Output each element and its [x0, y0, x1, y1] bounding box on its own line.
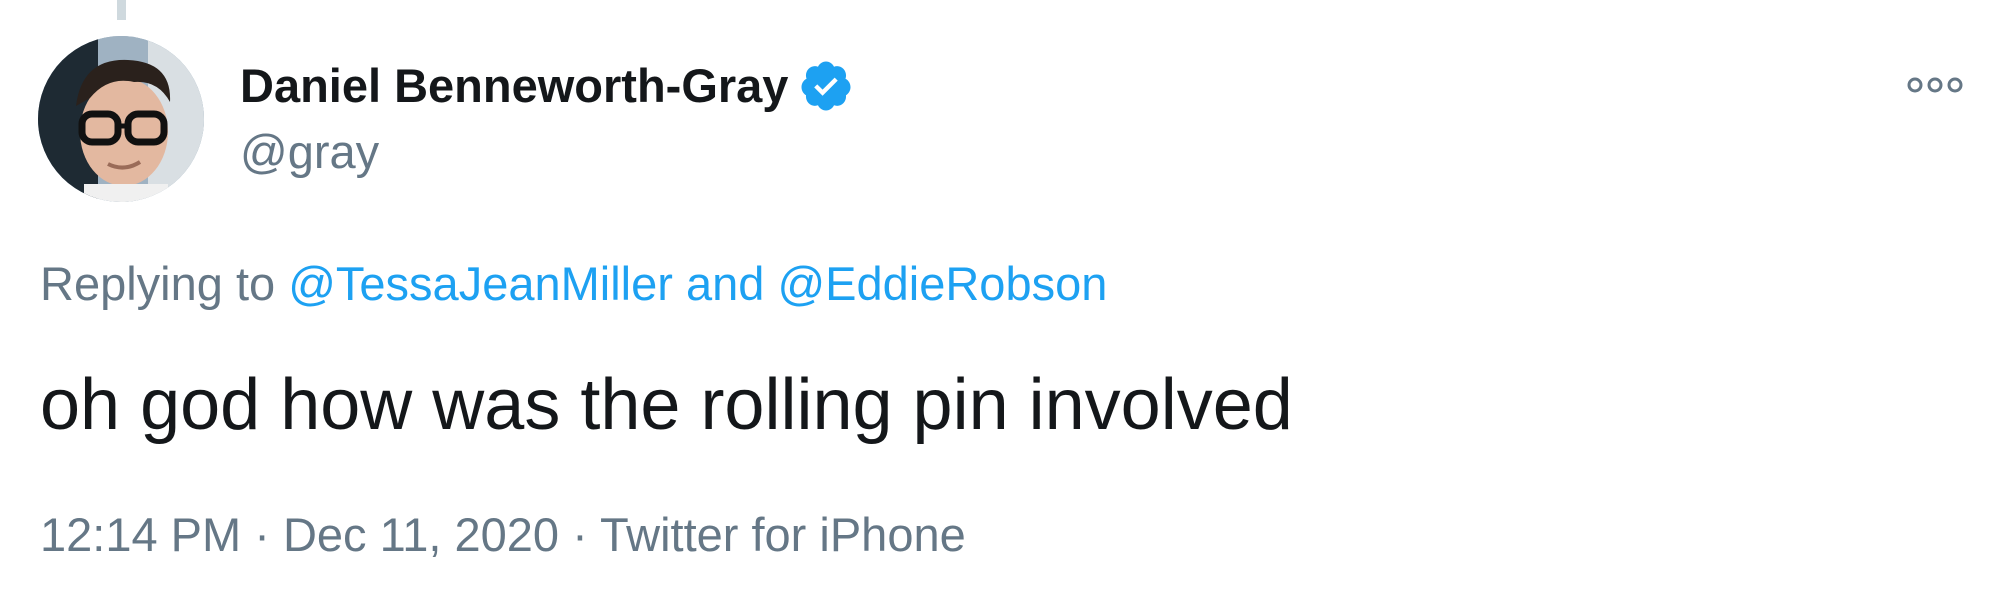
mention-link-tessajeanmiller[interactable]: @TessaJeanMiller — [288, 257, 673, 310]
verified-badge-icon — [798, 58, 854, 114]
thread-connector-line — [117, 0, 126, 20]
more-options-button[interactable] — [1900, 62, 1970, 108]
more-options-icon — [1907, 77, 1963, 93]
author-handle[interactable]: @gray — [240, 122, 379, 182]
avatar-image — [38, 36, 204, 202]
replying-to: Replying to @TessaJeanMiller and @EddieR… — [40, 254, 1107, 314]
tweet-text: oh god how was the rolling pin involved — [40, 365, 1293, 445]
tweet-meta: 12:14 PM · Dec 11, 2020 · Twitter for iP… — [40, 505, 966, 565]
replying-to-label: Replying to — [40, 257, 276, 310]
tweet-time[interactable]: 12:14 PM — [40, 508, 241, 561]
author-row: Daniel Benneworth-Gray — [240, 56, 854, 116]
tweet-source[interactable]: Twitter for iPhone — [600, 508, 966, 561]
meta-separator: · — [254, 508, 270, 561]
display-name[interactable]: Daniel Benneworth-Gray — [240, 56, 788, 116]
mention-link-eddierobson[interactable]: @EddieRobson — [777, 257, 1107, 310]
meta-separator: · — [572, 508, 588, 561]
avatar[interactable] — [38, 36, 204, 202]
tweet-date[interactable]: Dec 11, 2020 — [283, 508, 559, 561]
mention-conjunction[interactable]: and — [686, 257, 764, 310]
